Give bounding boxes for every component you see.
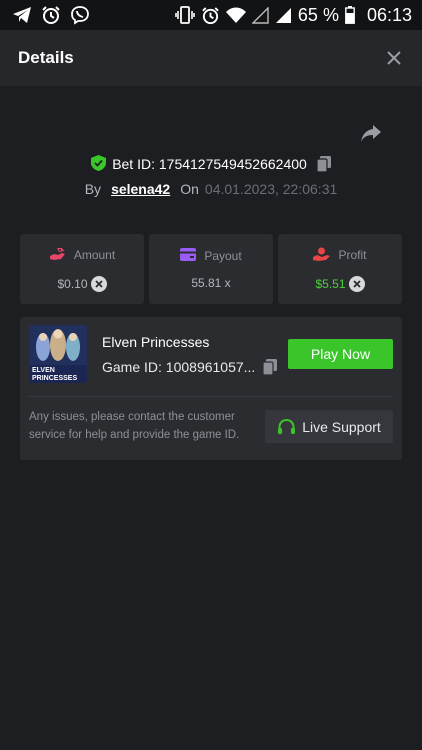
stat-payout: Payout 55.81 x <box>149 234 273 304</box>
game-id: Game ID: 1008961057... <box>102 359 256 375</box>
support-help-text: Any issues, please contact the customer … <box>29 411 240 441</box>
by-label: By <box>84 181 102 197</box>
copy-bet-id-button[interactable] <box>316 156 331 172</box>
divider <box>29 396 393 397</box>
game-thumbnail[interactable]: ELVEN PRINCESSES <box>29 325 87 383</box>
bet-id: Bet ID: 1754127549452662400 <box>112 156 307 172</box>
stat-label: Profit <box>338 248 367 262</box>
headset-icon <box>277 418 296 436</box>
copy-game-id-button[interactable] <box>263 359 278 375</box>
stat-value: $0.10 <box>57 276 88 291</box>
play-now-button[interactable]: Play Now <box>288 339 393 369</box>
battery-icon <box>345 6 355 24</box>
signal-icon <box>275 7 292 24</box>
stat-label: Payout <box>204 249 242 263</box>
signal-empty-icon <box>251 6 269 24</box>
share-button[interactable] <box>360 124 386 146</box>
alarm-icon <box>201 6 220 25</box>
profit-icon <box>313 247 331 264</box>
bet-stats: Amount $0.10 Payout 55.81 x Profit $5.51 <box>20 234 402 304</box>
crypto-x-icon <box>348 275 365 292</box>
bet-meta-row: By selena42 On 04.01.2023, 22:06:31 <box>0 178 422 200</box>
wifi-icon <box>225 7 246 23</box>
amount-icon <box>49 247 66 264</box>
clock: 06:13 <box>366 4 412 25</box>
on-label: On <box>180 181 199 197</box>
alarm-icon <box>41 5 61 25</box>
game-card: ELVEN PRINCESSES Elven Princesses Game I… <box>20 317 402 460</box>
copy-icon <box>263 359 278 375</box>
shield-check-icon <box>91 154 107 174</box>
game-id-row: Game ID: 1008961057... <box>102 359 278 375</box>
bet-id-row: Bet ID: 1754127549452662400 <box>0 152 422 176</box>
details-header: Details <box>0 30 422 86</box>
status-bar: 65 % 06:13 <box>0 0 422 30</box>
telegram-icon <box>12 6 32 24</box>
stat-profit: Profit $5.51 <box>278 234 402 304</box>
share-icon <box>361 125 381 142</box>
viber-icon <box>70 5 90 25</box>
game-thumbnail-title: ELVEN PRINCESSES <box>32 367 78 382</box>
stat-label: Amount <box>73 248 116 262</box>
stat-value: 55.81 x <box>191 276 231 290</box>
bet-date: 04.01.2023, 22:06:31 <box>204 181 338 197</box>
stat-amount: Amount $0.10 <box>20 234 144 304</box>
close-button[interactable] <box>384 48 404 68</box>
game-name: Elven Princesses <box>102 334 210 350</box>
stat-value: $5.51 <box>315 276 346 291</box>
vibrate-icon <box>175 6 195 24</box>
battery-percent: 65 % <box>297 4 339 25</box>
close-icon <box>387 51 401 65</box>
crypto-x-icon <box>90 275 107 292</box>
copy-icon <box>316 156 331 172</box>
username-link[interactable]: selena42 <box>111 181 170 197</box>
wallet-icon <box>180 248 197 264</box>
page-title: Details <box>18 48 74 67</box>
live-support-button[interactable]: Live Support <box>265 410 393 443</box>
live-support-label: Live Support <box>302 418 381 435</box>
